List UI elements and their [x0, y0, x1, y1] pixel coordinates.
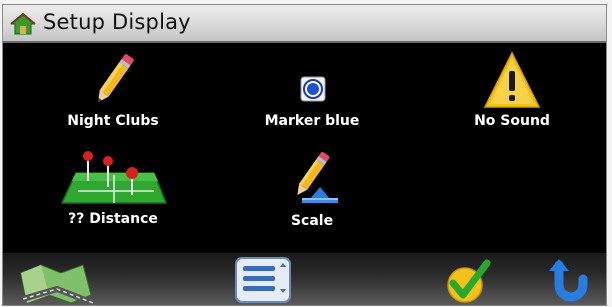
option-scale[interactable]: Scale	[227, 149, 397, 229]
option-label: Marker blue	[264, 113, 360, 129]
list-icon[interactable]	[233, 255, 293, 303]
pencil-scale-icon	[297, 151, 338, 203]
checkmark-icon[interactable]	[443, 259, 493, 303]
option-label: No Sound	[474, 113, 550, 129]
map-icon[interactable]	[17, 259, 97, 305]
option-label: Scale	[290, 213, 334, 229]
option-label: ?? Distance	[68, 211, 158, 227]
option-distance[interactable]: ?? Distance	[28, 151, 198, 227]
page-title: Setup Display	[43, 10, 191, 34]
map-pins-icon	[60, 151, 168, 204]
frame: Setup Display Night Clubs Marker blue No…	[0, 0, 612, 307]
option-night-clubs[interactable]: Night Clubs	[28, 49, 198, 129]
device-screen: Setup Display Night Clubs Marker blue No…	[2, 4, 607, 306]
radio-marker-icon	[300, 76, 326, 102]
back-arrow-icon[interactable]	[547, 257, 593, 303]
bottom-toolbar	[3, 253, 606, 305]
house-icon	[10, 13, 36, 35]
option-no-sound[interactable]: No Sound	[427, 49, 597, 129]
warning-icon	[483, 51, 541, 108]
option-label: Night Clubs	[67, 113, 159, 129]
pencil-icon	[97, 54, 134, 103]
title-bar: Setup Display	[3, 5, 606, 43]
option-marker-blue[interactable]: Marker blue	[227, 49, 397, 129]
